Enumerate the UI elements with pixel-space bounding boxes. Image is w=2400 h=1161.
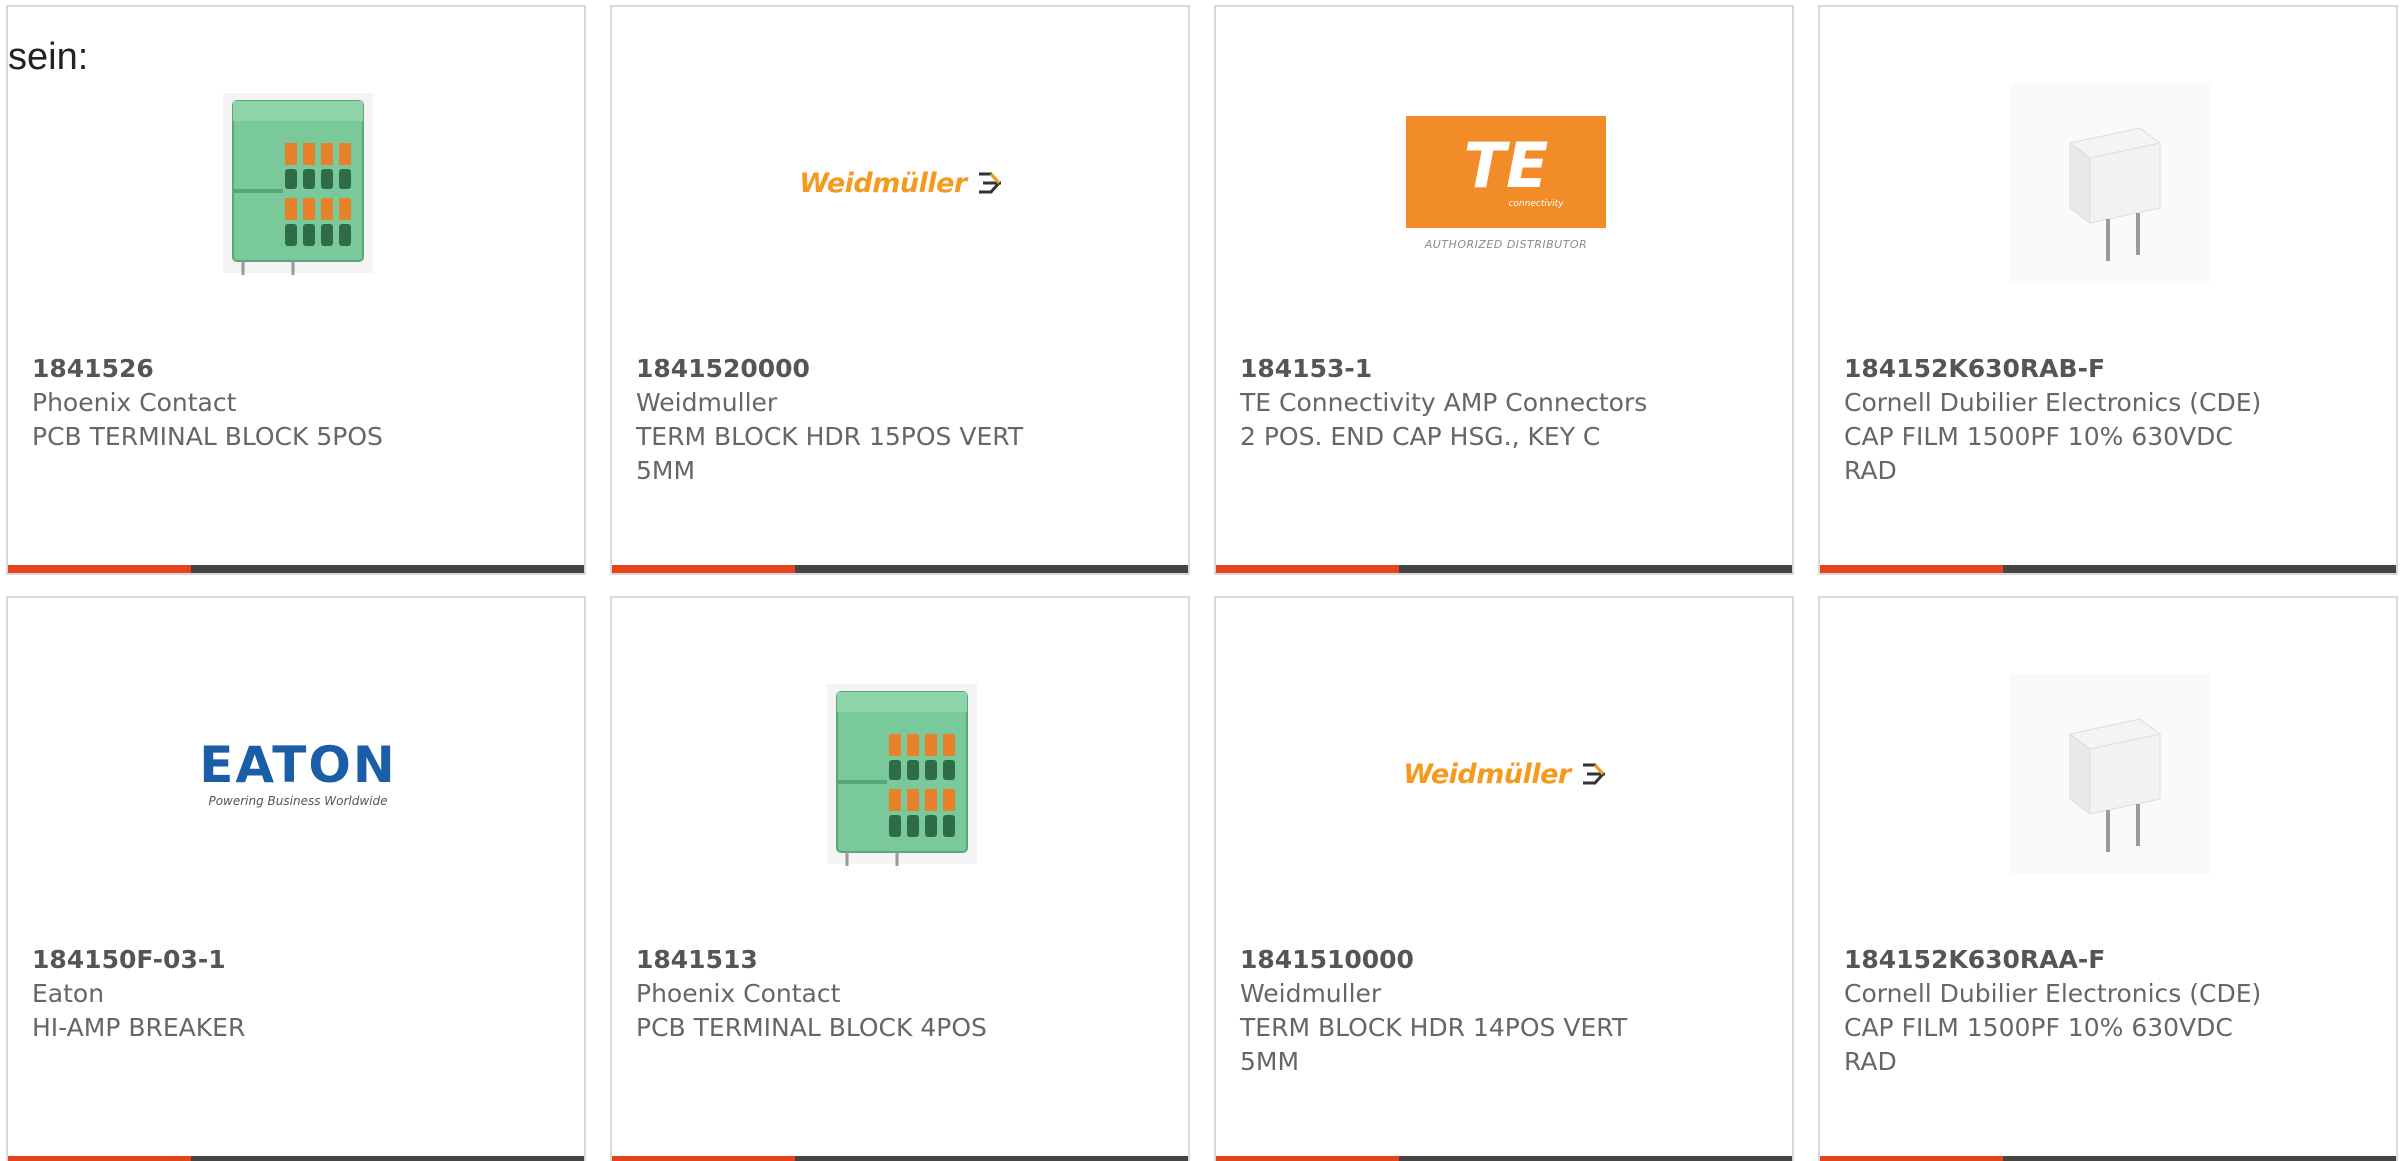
product-image: EATON Powering Business Worldwide [193,669,403,879]
part-number[interactable]: 1841520000 [636,352,1164,386]
card-accent [612,565,795,573]
manufacturer: TE Connectivity AMP Connectors [1240,388,1648,417]
part-number[interactable]: 184152K630RAB-F [1844,352,2372,386]
description: TERM BLOCK HDR 15POS VERT 5MM [636,422,1024,485]
manufacturer: Weidmuller [636,388,778,417]
weidmuller-logo: Weidmüller [799,168,1004,199]
eaton-tagline: Powering Business Worldwide [208,794,388,808]
card-bottom-bar [1820,565,2396,573]
part-number[interactable]: 184152K630RAA-F [1844,943,2372,977]
part-number[interactable]: 1841526 [32,352,560,386]
product-card[interactable]: TE connectivity AUTHORIZED DISTRIBUTOR 1… [1214,5,1794,575]
te-logo-mark: TE [1463,128,1549,202]
card-bottom-bar [1216,1156,1792,1161]
eaton-logo-word: EATON [199,736,397,794]
film-capacitor-image [2010,674,2210,874]
product-card[interactable]: 184152K630RAA-F Cornell Dubilier Electro… [1818,596,2398,1161]
product-image [193,78,403,288]
product-image [2005,78,2215,288]
card-accent [8,1156,191,1161]
part-number[interactable]: 1841510000 [1240,943,1768,977]
card-accent [1216,1156,1399,1161]
eaton-logo: EATON Powering Business Worldwide [199,740,396,808]
product-card[interactable]: EATON Powering Business Worldwide 184150… [6,596,586,1161]
card-bottom-bar [1216,565,1792,573]
card-bottom-bar [8,565,584,573]
terminal-block-image [827,684,977,866]
card-bottom-bar [8,1156,584,1161]
card-accent [8,565,191,573]
manufacturer: Cornell Dubilier Electronics (CDE) [1844,979,2262,1008]
card-bottom-bar [612,565,1188,573]
part-number[interactable]: 184150F-03-1 [32,943,560,977]
part-number[interactable]: 184153-1 [1240,352,1768,386]
intro-text: sein: [8,36,89,78]
card-accent [1820,1156,2003,1161]
product-card[interactable]: Weidmüller 1841520000 Weidmuller TERM BL… [610,5,1190,575]
description: PCB TERMINAL BLOCK 5POS [32,422,383,451]
weidmuller-logo: Weidmüller [1403,759,1608,790]
card-bottom-bar [1820,1156,2396,1161]
manufacturer: Weidmuller [1240,979,1382,1008]
product-card[interactable]: 184152K630RAB-F Cornell Dubilier Electro… [1818,5,2398,575]
product-image: Weidmüller [1401,669,1611,879]
description: CAP FILM 1500PF 10% 630VDC RAD [1844,1013,2233,1076]
authorized-distributor-label: AUTHORIZED DISTRIBUTOR [1424,237,1588,251]
film-capacitor-image [2010,83,2210,283]
manufacturer: Phoenix Contact [32,388,237,417]
manufacturer: Phoenix Contact [636,979,841,1008]
manufacturer: Cornell Dubilier Electronics (CDE) [1844,388,2262,417]
product-card[interactable]: 1841526 Phoenix Contact PCB TERMINAL BLO… [6,5,586,575]
terminal-block-image [223,93,373,275]
product-grid: 1841526 Phoenix Contact PCB TERMINAL BLO… [0,0,2400,1161]
card-accent [1216,565,1399,573]
product-card[interactable]: Weidmüller 1841510000 Weidmuller TERM BL… [1214,596,1794,1161]
weidmuller-logo-text: Weidmüller [799,167,967,199]
manufacturer: Eaton [32,979,105,1008]
weidmuller-logo-text: Weidmüller [1403,758,1571,790]
description: PCB TERMINAL BLOCK 4POS [636,1013,987,1042]
weidmuller-mark-icon [1582,763,1605,785]
product-image: TE connectivity AUTHORIZED DISTRIBUTOR [1401,78,1611,288]
te-logo-sub: connectivity [1508,198,1564,209]
description: CAP FILM 1500PF 10% 630VDC RAD [1844,422,2233,485]
product-card[interactable]: 1841513 Phoenix Contact PCB TERMINAL BLO… [610,596,1190,1161]
product-image: Weidmüller [797,78,1007,288]
description: 2 POS. END CAP HSG., KEY C [1240,422,1601,451]
product-image [797,669,1007,879]
card-accent [612,1156,795,1161]
weidmuller-mark-icon [978,172,1001,194]
card-bottom-bar [612,1156,1188,1161]
te-connectivity-logo: TE connectivity AUTHORIZED DISTRIBUTOR [1406,115,1606,251]
part-number[interactable]: 1841513 [636,943,1164,977]
description: HI-AMP BREAKER [32,1013,246,1042]
card-accent [1820,565,2003,573]
description: TERM BLOCK HDR 14POS VERT 5MM [1240,1013,1628,1076]
product-image [2005,669,2215,879]
